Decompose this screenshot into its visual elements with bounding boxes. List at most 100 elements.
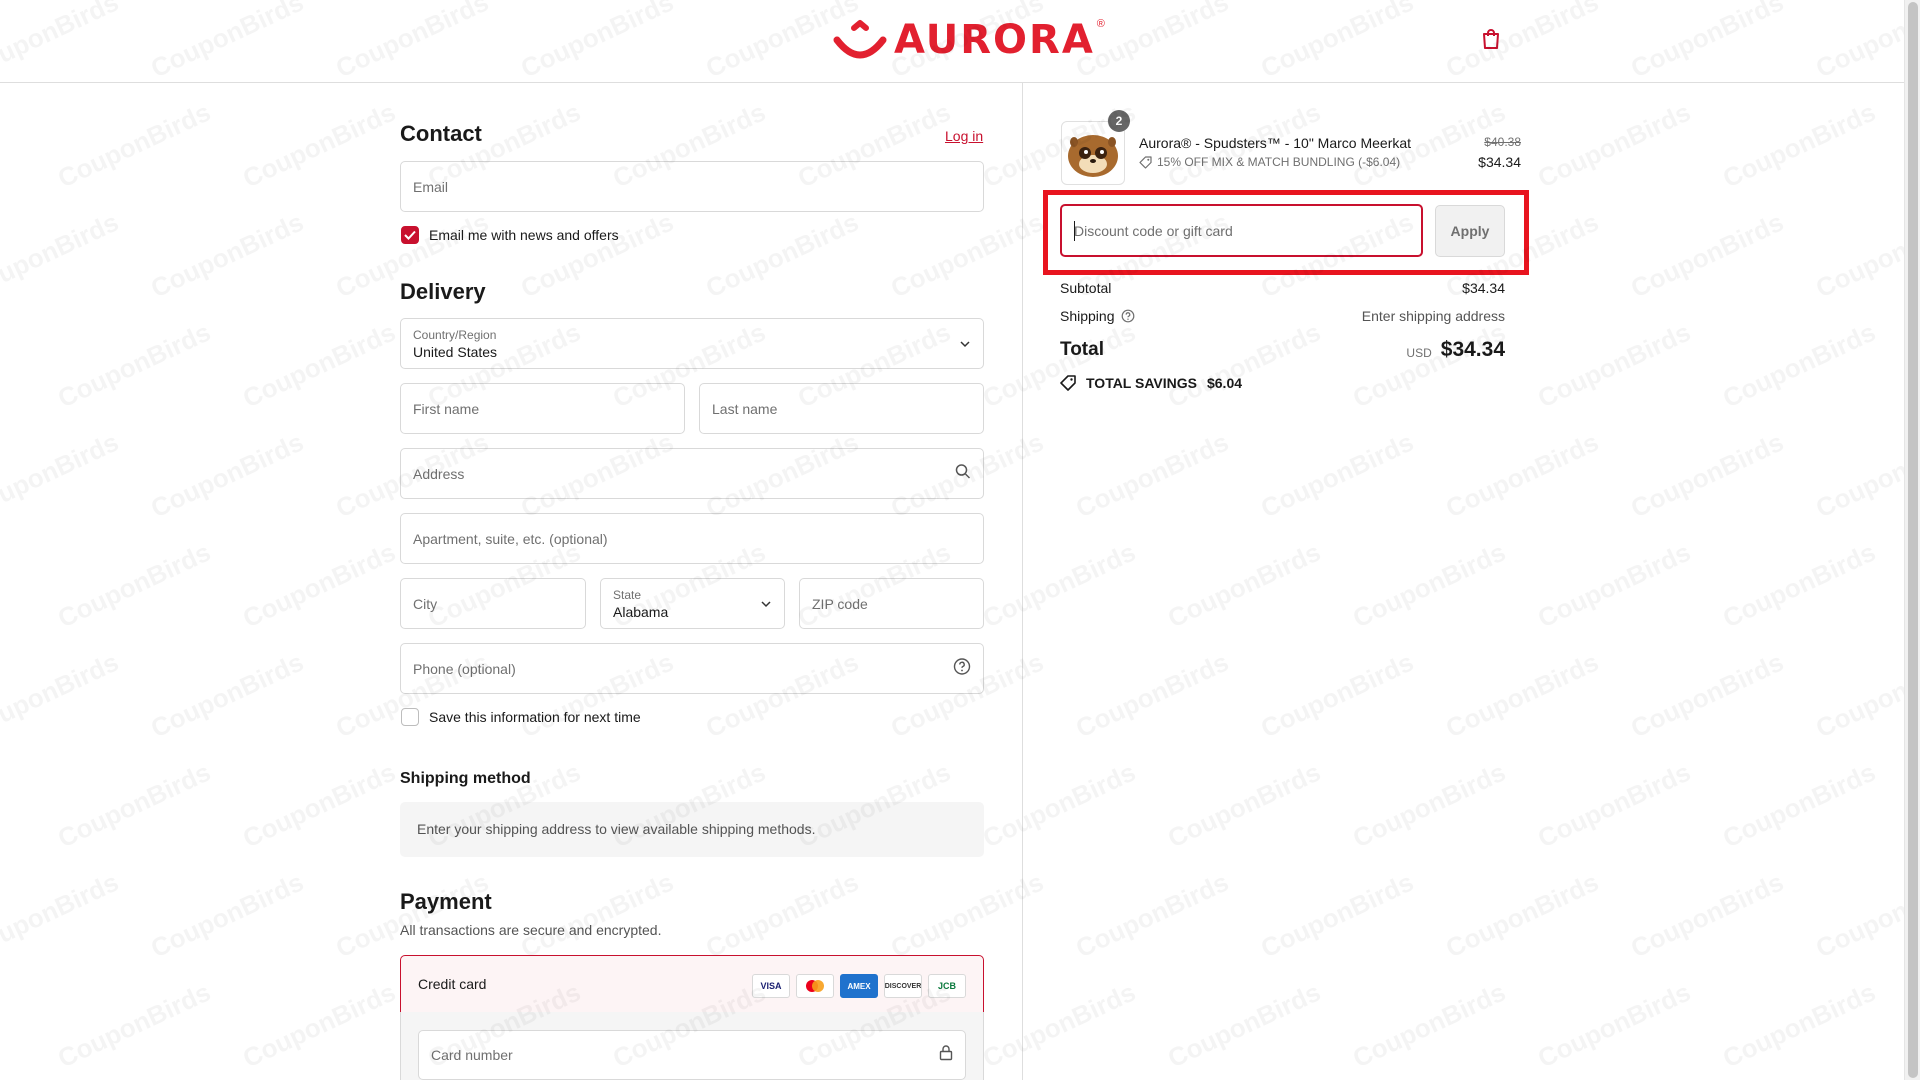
total-label: Total [1060, 339, 1104, 360]
contact-title: Contact [400, 121, 482, 146]
watermark-text: CouponBirds [53, 97, 215, 195]
search-icon[interactable] [955, 463, 971, 484]
help-icon[interactable] [1121, 309, 1135, 323]
first-name-field[interactable]: First name [400, 383, 685, 434]
product-name: Aurora® - Spudsters™ - 10" Marco Meerkat [1139, 135, 1412, 151]
watermark-text: CouponBirds [238, 317, 400, 415]
aurora-logo[interactable]: AURORA ® [832, 18, 1109, 62]
zip-code-placeholder: ZIP code [812, 595, 868, 612]
quantity-badge: 2 [1108, 110, 1130, 132]
news-opt-in-checkbox[interactable]: Email me with news and offers [401, 226, 619, 244]
original-price: $40.38 [1484, 135, 1521, 149]
watermark-text: CouponBirds [331, 867, 493, 965]
mastercard-icon [796, 974, 834, 998]
tag-icon [1060, 375, 1076, 391]
chevron-down-icon [959, 335, 971, 353]
state-label: State [613, 588, 642, 602]
checkbox-unchecked[interactable] [401, 708, 419, 726]
watermark-text: CouponBirds [0, 207, 123, 305]
card-number-placeholder: Card number [431, 1047, 513, 1063]
scrollbar-thumb[interactable] [1908, 2, 1918, 1078]
subtotal-value: $34.34 [1462, 280, 1505, 296]
total-savings-label: TOTAL SAVINGS [1086, 375, 1197, 391]
shipping-label-group: Shipping [1060, 308, 1135, 324]
watermark-text: CouponBirds [516, 867, 678, 965]
checkbox-checked[interactable] [401, 226, 419, 244]
state-select[interactable]: State Alabama [600, 578, 785, 629]
watermark-text: CouponBirds [146, 647, 308, 745]
highlight-box [1043, 190, 1529, 275]
credit-card-option[interactable]: Credit card VISA AMEX DISCOVER JCB [400, 955, 984, 1013]
lock-icon [939, 1045, 953, 1066]
discounted-price: $34.34 [1478, 154, 1521, 170]
watermark-text: CouponBirds [701, 207, 863, 305]
watermark-text: CouponBirds [238, 977, 400, 1075]
currency-code: USD [1406, 346, 1432, 360]
zip-code-field[interactable]: ZIP code [799, 578, 984, 629]
total-savings: TOTAL SAVINGS $6.04 [1060, 375, 1242, 391]
watermark-text: CouponBirds [146, 867, 308, 965]
watermark-text: CouponBirds [146, 427, 308, 525]
shipping-value: Enter shipping address [1361, 308, 1505, 324]
total-amount: USD $34.34 [1406, 338, 1505, 362]
product-discount-text: 15% OFF MIX & MATCH BUNDLING (-$6.04) [1157, 155, 1401, 169]
card-number-field[interactable]: Card number [418, 1030, 966, 1080]
apartment-field[interactable]: Apartment, suite, etc. (optional) [400, 513, 984, 564]
registered-mark: ® [1096, 18, 1105, 30]
address-field[interactable]: Address [400, 448, 984, 499]
help-icon[interactable] [953, 657, 971, 680]
apartment-placeholder: Apartment, suite, etc. (optional) [413, 530, 608, 547]
watermark-text: CouponBirds [238, 757, 400, 855]
last-name-placeholder: Last name [712, 400, 778, 417]
watermark-text: CouponBirds [53, 317, 215, 415]
cart-button[interactable] [1482, 28, 1500, 55]
watermark-text: CouponBirds [53, 537, 215, 635]
watermark-text: CouponBirds [516, 207, 678, 305]
watermark-text: CouponBirds [0, 647, 123, 745]
checkmark-icon [404, 230, 416, 240]
jcb-icon: JCB [928, 974, 966, 998]
brand-name: AURORA [894, 17, 1095, 63]
credit-card-label: Credit card [418, 976, 487, 992]
shipping-row: Shipping Enter shipping address [1060, 308, 1505, 324]
news-opt-in-label: Email me with news and offers [429, 227, 619, 243]
phone-placeholder: Phone (optional) [413, 660, 516, 677]
watermark-text: CouponBirds [238, 97, 400, 195]
total-row: Total USD $34.34 [1060, 338, 1505, 362]
product-discount: 15% OFF MIX & MATCH BUNDLING (-$6.04) [1139, 155, 1400, 169]
shipping-label: Shipping [1060, 308, 1115, 324]
watermark-text: CouponBirds [0, 427, 123, 525]
email-placeholder: Email [413, 178, 449, 195]
watermark-text: CouponBirds [53, 757, 215, 855]
shipping-method-notice-text: Enter your shipping address to view avai… [417, 821, 816, 837]
payment-title: Payment [400, 889, 492, 914]
last-name-field[interactable]: Last name [699, 383, 984, 434]
subtotal-row: Subtotal $34.34 [1060, 280, 1505, 296]
chevron-down-icon [760, 595, 772, 613]
total-savings-value: $6.04 [1206, 375, 1243, 391]
address-placeholder: Address [413, 465, 465, 482]
card-brands: VISA AMEX DISCOVER JCB [752, 974, 966, 998]
save-info-label: Save this information for next time [429, 709, 641, 725]
page-scrollbar[interactable] [1904, 0, 1920, 1080]
first-name-placeholder: First name [413, 400, 480, 417]
state-value: Alabama [613, 604, 669, 620]
login-link[interactable]: Log in [945, 128, 983, 144]
watermark-text: CouponBirds [0, 867, 123, 965]
watermark-text: CouponBirds [146, 207, 308, 305]
shipping-method-title: Shipping method [400, 770, 531, 787]
save-info-checkbox[interactable]: Save this information for next time [401, 708, 641, 726]
city-placeholder: City [413, 595, 438, 612]
watermark-text: CouponBirds [701, 867, 863, 965]
tag-icon [1139, 155, 1152, 169]
phone-field[interactable]: Phone (optional) [400, 643, 984, 694]
city-field[interactable]: City [400, 578, 586, 629]
country-select[interactable]: Country/Region United States [400, 318, 984, 369]
watermark-text: CouponBirds [53, 977, 215, 1075]
email-field[interactable]: Email [400, 161, 984, 212]
site-header: AURORA ® [0, 0, 1904, 83]
country-value: United States [413, 344, 498, 360]
subtotal-label: Subtotal [1060, 280, 1112, 296]
country-label: Country/Region [413, 328, 497, 342]
shipping-method-notice: Enter your shipping address to view avai… [400, 802, 984, 857]
